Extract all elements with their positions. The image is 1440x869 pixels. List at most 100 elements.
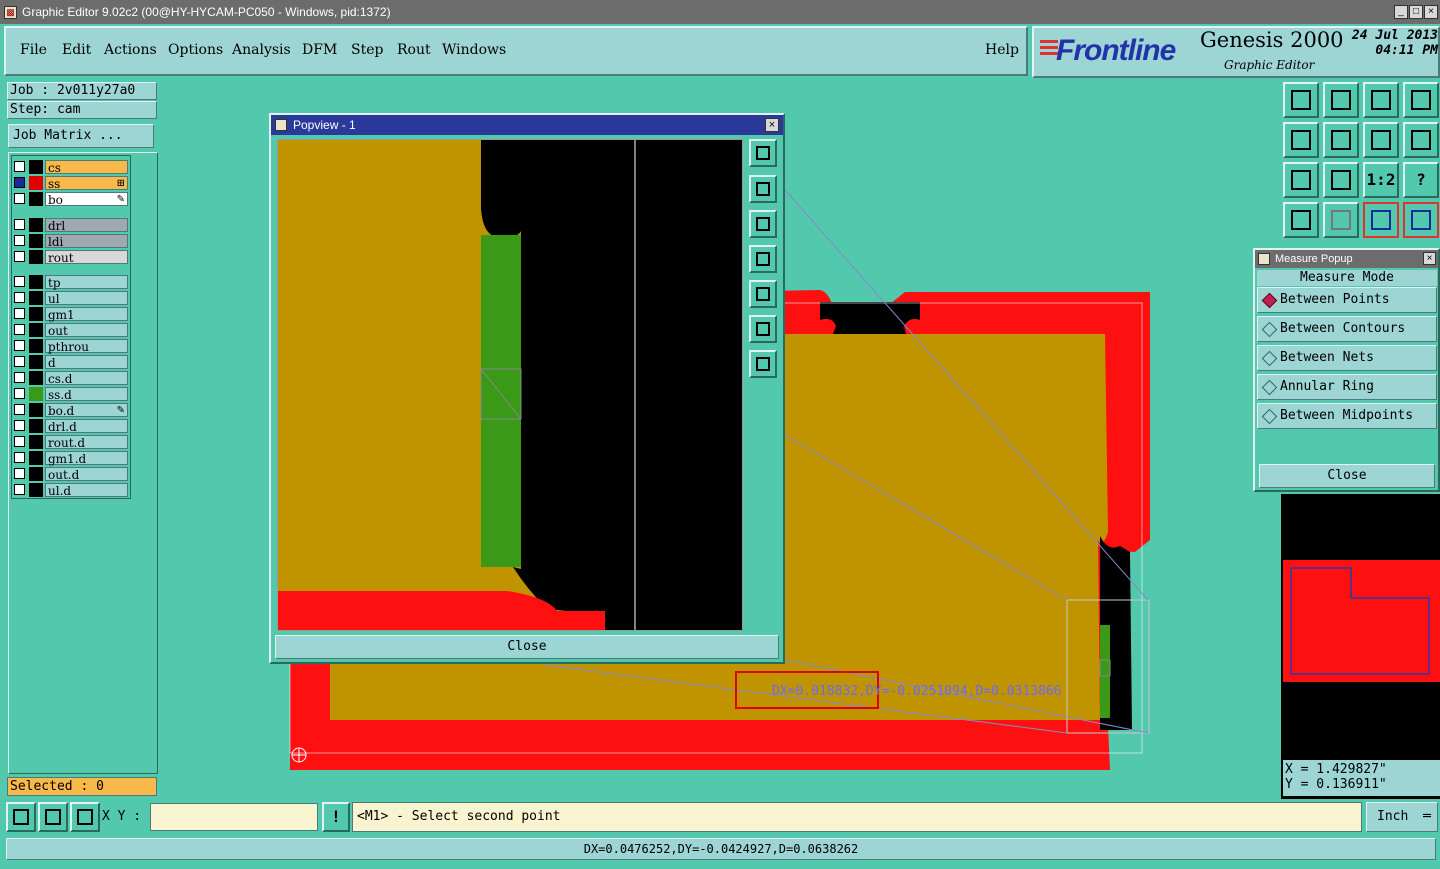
measure-tool-icon[interactable] xyxy=(6,802,36,832)
toolbar-pan-down-button[interactable] xyxy=(1323,82,1359,118)
layer-checkbox[interactable] xyxy=(14,404,25,416)
toolbar-zoom-in-button[interactable] xyxy=(1283,162,1319,198)
measure-close-button[interactable]: Close xyxy=(1259,464,1435,488)
layer-row-gm1.d[interactable]: gm1.d xyxy=(12,451,128,466)
mode-between-midpoints[interactable]: Between Midpoints xyxy=(1257,403,1437,429)
layer-row-drl[interactable]: drl xyxy=(12,217,128,233)
layer-checkbox[interactable] xyxy=(14,177,25,188)
toolbar-home-button[interactable] xyxy=(1363,82,1399,118)
layer-checkbox[interactable] xyxy=(14,161,25,172)
measure-close-icon[interactable]: × xyxy=(1423,252,1436,265)
menu-file[interactable]: File xyxy=(20,42,47,58)
mode-between-points[interactable]: Between Points xyxy=(1257,287,1437,313)
menu-rout[interactable]: Rout xyxy=(397,42,431,58)
layer-checkbox[interactable] xyxy=(14,250,25,262)
menu-analysis[interactable]: Analysis xyxy=(232,42,291,58)
maximize-button[interactable]: □ xyxy=(1409,5,1423,19)
menu-dfm[interactable]: DFM xyxy=(302,42,337,58)
layer-row-cs.d[interactable]: cs.d xyxy=(12,371,128,386)
layer-checkbox[interactable] xyxy=(14,356,25,368)
toolbar-settings-button[interactable] xyxy=(1283,202,1319,238)
layer-checkbox[interactable] xyxy=(14,468,25,480)
layer-row-d[interactable]: d xyxy=(12,355,128,370)
layer-row-ss[interactable]: ss ⊞ xyxy=(12,176,128,191)
layer-checkbox[interactable] xyxy=(14,372,25,384)
layer-checkbox[interactable] xyxy=(14,276,25,288)
popview-pan-right-button[interactable] xyxy=(749,280,777,308)
toolbar-grid-button[interactable] xyxy=(1323,202,1359,238)
menu-options[interactable]: Options xyxy=(168,42,223,58)
layer-color-swatch xyxy=(29,176,43,190)
layer-checkbox[interactable] xyxy=(14,484,25,496)
layer-row-bo.d[interactable]: bo.d ✎ xyxy=(12,403,128,418)
menu-step[interactable]: Step xyxy=(351,42,383,58)
toolbar-pan-left-button[interactable] xyxy=(1283,122,1319,158)
layer-checkbox[interactable] xyxy=(14,234,25,246)
menu-help[interactable]: Help xyxy=(985,42,1019,58)
layer-checkbox[interactable] xyxy=(14,436,25,448)
toolbar-undo-button[interactable] xyxy=(1363,122,1399,158)
alert-icon[interactable]: ! xyxy=(322,802,350,832)
mode-annular-ring[interactable]: Annular Ring xyxy=(1257,374,1437,400)
units-select[interactable]: Inch ═ xyxy=(1366,802,1438,832)
toolbar-pan-up-button[interactable] xyxy=(1283,82,1319,118)
popview-pan-left-button[interactable] xyxy=(749,245,777,273)
layer-checkbox[interactable] xyxy=(14,324,25,336)
layer-row-ldi[interactable]: ldi xyxy=(12,233,128,249)
xy-input[interactable] xyxy=(150,803,318,831)
layer-color-swatch xyxy=(29,275,43,290)
layer-row-rout.d[interactable]: rout.d xyxy=(12,435,128,450)
layer-row-ul.d[interactable]: ul.d xyxy=(12,483,128,498)
menu-actions[interactable]: Actions xyxy=(104,42,157,58)
layer-row-ul[interactable]: ul xyxy=(12,291,128,306)
layer-color-swatch xyxy=(29,307,43,322)
toolbar-window-button[interactable] xyxy=(1403,82,1439,118)
layer-row-tp[interactable]: tp xyxy=(12,275,128,290)
layer-color-swatch xyxy=(29,192,43,206)
popview-zoom-in-button[interactable] xyxy=(749,315,777,343)
toolbar-net-button[interactable] xyxy=(1363,202,1399,238)
layer-row-cs[interactable]: cs xyxy=(12,160,128,175)
popview-close-button[interactable]: Close xyxy=(275,635,779,659)
layer-row-out.d[interactable]: out.d xyxy=(12,467,128,482)
snap-tool-icon[interactable] xyxy=(38,802,68,832)
job-matrix-button[interactable]: Job Matrix ... xyxy=(8,124,154,148)
layer-checkbox[interactable] xyxy=(14,193,25,204)
layer-row-drl.d[interactable]: drl.d xyxy=(12,419,128,434)
close-window-button[interactable]: × xyxy=(1424,5,1438,19)
popview-pan-down-button[interactable] xyxy=(749,210,777,238)
toolbar-help-icon[interactable]: ? xyxy=(1403,162,1439,198)
layer-row-gm1[interactable]: gm1 xyxy=(12,307,128,322)
menu-edit[interactable]: Edit xyxy=(62,42,91,58)
grid-tool-icon[interactable] xyxy=(70,802,100,832)
xy-label: X Y : xyxy=(102,809,142,824)
layer-row-bo[interactable]: bo ✎ xyxy=(12,192,128,207)
popview-zoom-out-button[interactable] xyxy=(749,350,777,378)
toolbar-pan-right-button[interactable] xyxy=(1323,122,1359,158)
layer-checkbox[interactable] xyxy=(14,218,25,230)
layer-row-ss.d[interactable]: ss.d xyxy=(12,387,128,402)
toolbar-net2-button[interactable] xyxy=(1403,202,1439,238)
mode-between-nets[interactable]: Between Nets xyxy=(1257,345,1437,371)
popview-canvas[interactable] xyxy=(277,139,743,631)
toolbar-scale-icon[interactable]: 1:2 xyxy=(1363,162,1399,198)
layer-checkbox[interactable] xyxy=(14,340,25,352)
layer-checkbox[interactable] xyxy=(14,308,25,320)
layer-checkbox[interactable] xyxy=(14,420,25,432)
toolbar-zoom-out-button[interactable] xyxy=(1323,162,1359,198)
popview-pan-up-button[interactable] xyxy=(749,175,777,203)
layer-checkbox[interactable] xyxy=(14,452,25,464)
mode-between-contours[interactable]: Between Contours xyxy=(1257,316,1437,342)
popview-zoom-home-button[interactable] xyxy=(749,139,777,167)
layer-row-out[interactable]: out xyxy=(12,323,128,338)
layer-row-pthrou[interactable]: pthrou xyxy=(12,339,128,354)
minimize-button[interactable]: _ xyxy=(1394,5,1408,19)
layer-checkbox[interactable] xyxy=(14,388,25,400)
minimap[interactable] xyxy=(1283,560,1440,682)
radio-icon xyxy=(1261,408,1278,425)
layer-checkbox[interactable] xyxy=(14,292,25,304)
layer-row-rout[interactable]: rout xyxy=(12,249,128,265)
toolbar-snap-button[interactable] xyxy=(1403,122,1439,158)
menu-windows[interactable]: Windows xyxy=(442,42,506,58)
popview-close-icon[interactable]: × xyxy=(765,118,779,132)
